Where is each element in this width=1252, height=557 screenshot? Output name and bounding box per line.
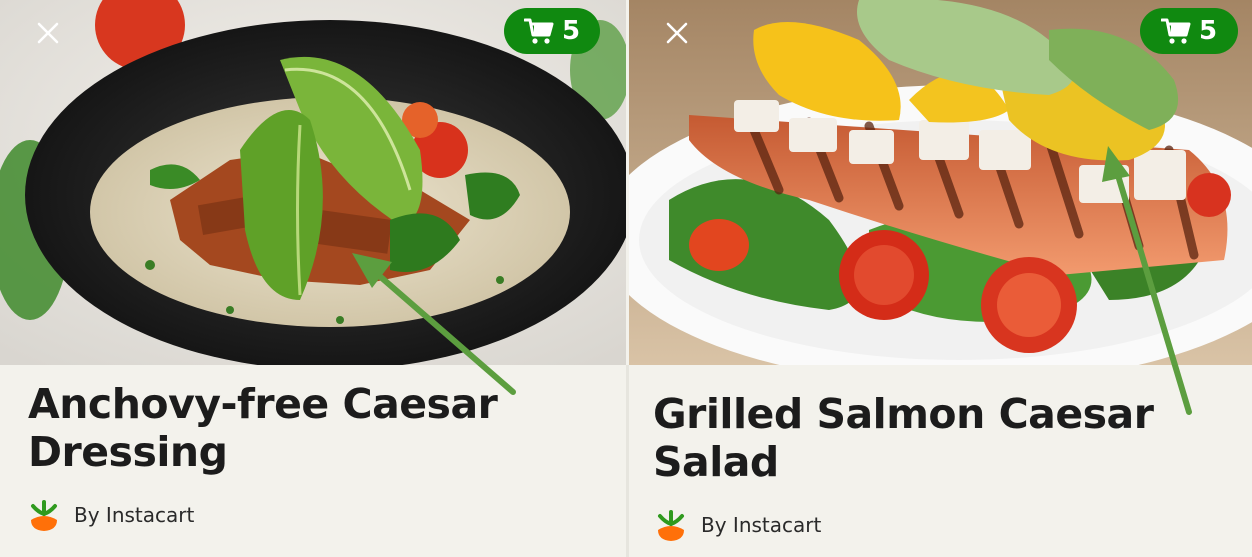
- cart-button[interactable]: 5: [504, 8, 600, 54]
- author-label: By Instacart: [701, 513, 822, 537]
- cart-icon: [523, 18, 554, 44]
- cart-count: 5: [1198, 16, 1218, 46]
- instacart-carrot-icon: [658, 510, 684, 541]
- close-icon: [666, 22, 688, 44]
- close-button[interactable]: [657, 13, 697, 53]
- recipe-card-right: 5 Grilled Salmon Caesar Salad By Instaca…: [629, 0, 1252, 557]
- recipe-card-left: 5 Anchovy-free Caesar Dressing By Instac…: [0, 0, 626, 557]
- cart-icon: [1160, 18, 1191, 44]
- author-label: By Instacart: [74, 503, 195, 527]
- recipe-photo-grilled-salmon: [629, 0, 1252, 365]
- recipe-photo-caesar-dressing: [0, 0, 626, 365]
- recipe-author: By Instacart: [655, 508, 821, 542]
- recipe-title: Grilled Salmon Caesar Salad: [653, 390, 1154, 486]
- recipe-title: Anchovy-free Caesar Dressing: [28, 380, 498, 476]
- recipe-author: By Instacart: [28, 498, 194, 532]
- close-icon: [37, 22, 59, 44]
- close-button[interactable]: [28, 13, 68, 53]
- cart-button[interactable]: 5: [1140, 8, 1238, 54]
- cart-count: 5: [561, 16, 581, 46]
- instacart-carrot-icon: [31, 500, 57, 531]
